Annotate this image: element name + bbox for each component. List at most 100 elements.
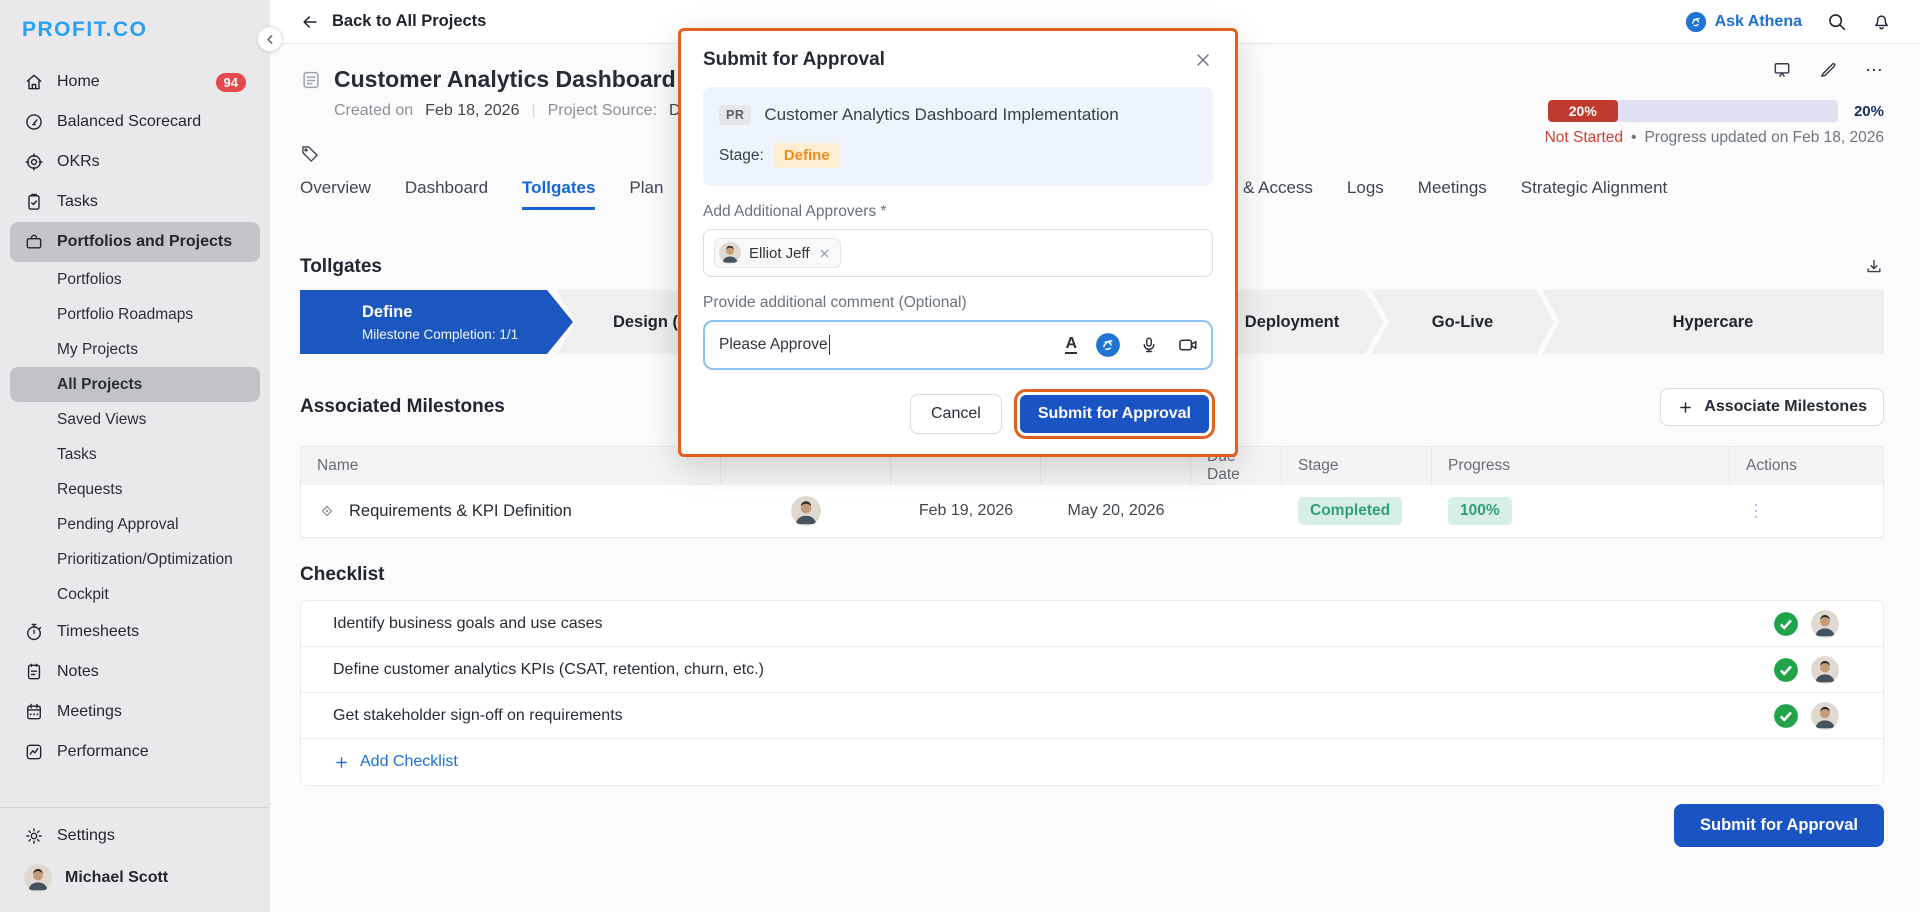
meta-divider: | <box>531 102 535 120</box>
milestones-heading: Associated Milestones <box>300 396 505 418</box>
tollgate-stage-define[interactable]: Define Milestone Completion: 1/1 <box>300 290 573 354</box>
milestone-name-cell: Requirements & KPI Definition <box>301 501 721 521</box>
sidebar-item-portfolios[interactable]: Portfolios <box>10 262 260 297</box>
video-camera-icon[interactable] <box>1177 334 1199 356</box>
comment-text: Please Approve <box>719 336 828 354</box>
text-format-button[interactable]: A <box>1065 336 1077 355</box>
milestone-diamond-icon <box>317 501 337 521</box>
tollgate-stage-go-live[interactable]: Go-Live <box>1371 290 1554 354</box>
sidebar-item-my-projects[interactable]: My Projects <box>10 332 260 367</box>
sidebar-item-saved-views[interactable]: Saved Views <box>10 402 260 437</box>
sidebar-item-home[interactable]: Home 94 <box>10 62 260 102</box>
stage-value-badge: Define <box>774 143 840 168</box>
sidebar-item-label: Home <box>57 73 100 91</box>
sidebar-item-tasks[interactable]: Tasks <box>10 182 260 222</box>
tab-plan[interactable]: Plan <box>629 178 663 210</box>
milestone-row[interactable]: Requirements & KPI Definition Feb 19, 20… <box>301 485 1883 537</box>
download-icon <box>1864 257 1884 277</box>
download-button[interactable] <box>1864 257 1884 277</box>
notepad-icon <box>24 662 44 682</box>
athena-icon[interactable] <box>1095 332 1121 358</box>
tab-access[interactable]: & Access <box>1243 178 1313 207</box>
sidebar-item-meetings[interactable]: Meetings <box>10 692 260 732</box>
associate-milestones-button[interactable]: Associate Milestones <box>1660 388 1884 426</box>
check-circle-icon[interactable] <box>1773 703 1799 729</box>
sidebar-item-pending-approval[interactable]: Pending Approval <box>10 507 260 542</box>
sidebar-item-all-projects[interactable]: All Projects <box>10 367 260 402</box>
tollgate-stage-hypercare[interactable]: Hypercare <box>1542 290 1884 354</box>
sidebar-item-project-tasks[interactable]: Tasks <box>10 437 260 472</box>
checklist-item[interactable]: Identify business goals and use cases <box>301 601 1883 647</box>
checklist-item-label: Get stakeholder sign-off on requirements <box>333 707 623 725</box>
sidebar-item-requests[interactable]: Requests <box>10 472 260 507</box>
tab-logs[interactable]: Logs <box>1347 178 1384 207</box>
sidebar-item-settings[interactable]: Settings <box>10 816 260 856</box>
modal-stage-row: Stage: Define <box>719 143 1197 168</box>
tag-icon[interactable] <box>300 144 320 164</box>
sidebar-subitem-label: Pending Approval <box>57 516 179 534</box>
approvers-input[interactable]: Elliot Jeff <box>703 229 1213 277</box>
column-header-stage: Stage <box>1282 447 1432 485</box>
checklist-item[interactable]: Define customer analytics KPIs (CSAT, re… <box>301 647 1883 693</box>
sidebar-item-okrs[interactable]: OKRs <box>10 142 260 182</box>
clipboard-check-icon <box>24 192 44 212</box>
avatar <box>791 496 821 526</box>
home-icon <box>24 72 44 92</box>
submit-for-approval-button[interactable]: Submit for Approval <box>1674 804 1884 847</box>
add-checklist-button[interactable]: Add Checklist <box>301 739 1883 785</box>
modal-close-button[interactable] <box>1193 50 1213 70</box>
presentation-board-icon[interactable] <box>1772 60 1792 80</box>
check-circle-icon[interactable] <box>1773 657 1799 683</box>
tab-label: Logs <box>1347 178 1384 197</box>
checklist-card: Identify business goals and use cases De… <box>300 600 1884 786</box>
sidebar-subitem-label: Prioritization/Optimization <box>57 551 233 569</box>
tab-label: Strategic Alignment <box>1521 178 1667 197</box>
sidebar-item-notes[interactable]: Notes <box>10 652 260 692</box>
sidebar-item-balanced-scorecard[interactable]: Balanced Scorecard <box>10 102 260 142</box>
cancel-button[interactable]: Cancel <box>910 394 1002 434</box>
modal-header: Submit for Approval <box>703 49 1213 71</box>
sidebar-item-portfolio-roadmaps[interactable]: Portfolio Roadmaps <box>10 297 260 332</box>
sidebar-item-prioritization-optimization[interactable]: Prioritization/Optimization <box>10 542 260 577</box>
tab-meetings[interactable]: Meetings <box>1418 178 1487 207</box>
sidebar-item-label: Portfolios and Projects <box>57 233 232 251</box>
microphone-icon[interactable] <box>1139 335 1159 355</box>
sidebar-item-label: Timesheets <box>57 623 139 641</box>
target-icon <box>24 152 44 172</box>
tab-tollgates[interactable]: Tollgates <box>522 178 595 210</box>
checklist-item[interactable]: Get stakeholder sign-off on requirements <box>301 693 1883 739</box>
user-avatar-icon <box>24 864 52 892</box>
avatar <box>719 242 741 264</box>
sidebar-item-performance[interactable]: Performance <box>10 732 260 772</box>
sidebar-item-label: Meetings <box>57 703 122 721</box>
ask-athena-button[interactable]: Ask Athena <box>1685 11 1802 33</box>
search-icon[interactable] <box>1826 11 1847 32</box>
checklist-header: Checklist <box>300 564 1884 586</box>
assignee-avatar-icon <box>1811 656 1839 684</box>
milestone-actions-cell <box>1730 501 1883 521</box>
tab-label: Meetings <box>1418 178 1487 197</box>
bell-icon[interactable] <box>1871 11 1892 32</box>
more-options-icon[interactable] <box>1864 60 1884 80</box>
sidebar-collapse-button[interactable] <box>257 26 283 52</box>
modal-submit-for-approval-button[interactable]: Submit for Approval <box>1020 395 1209 433</box>
sidebar-user[interactable]: Michael Scott <box>10 856 260 900</box>
remove-approver-button[interactable] <box>818 247 831 260</box>
tab-dashboard[interactable]: Dashboard <box>405 178 488 210</box>
sidebar-item-timesheets[interactable]: Timesheets <box>10 612 260 652</box>
modal-title: Submit for Approval <box>703 49 885 71</box>
sidebar-item-cockpit[interactable]: Cockpit <box>10 577 260 612</box>
sidebar-item-portfolios-and-projects[interactable]: Portfolios and Projects <box>10 222 260 262</box>
athena-icon <box>1685 11 1707 33</box>
comment-input[interactable]: Please Approve A <box>703 320 1213 370</box>
pencil-icon[interactable] <box>1818 60 1838 80</box>
tollgate-stage-label: Deployment <box>1245 313 1339 332</box>
approver-chip[interactable]: Elliot Jeff <box>714 238 841 268</box>
row-actions-icon[interactable] <box>1746 501 1766 521</box>
comment-toolbar: A <box>1065 332 1199 358</box>
milestone-start-date: Feb 19, 2026 <box>891 502 1041 520</box>
tab-strategic-alignment[interactable]: Strategic Alignment <box>1521 178 1667 207</box>
tab-overview[interactable]: Overview <box>300 178 371 210</box>
back-to-all-projects-link[interactable]: Back to All Projects <box>300 12 486 32</box>
check-circle-icon[interactable] <box>1773 611 1799 637</box>
